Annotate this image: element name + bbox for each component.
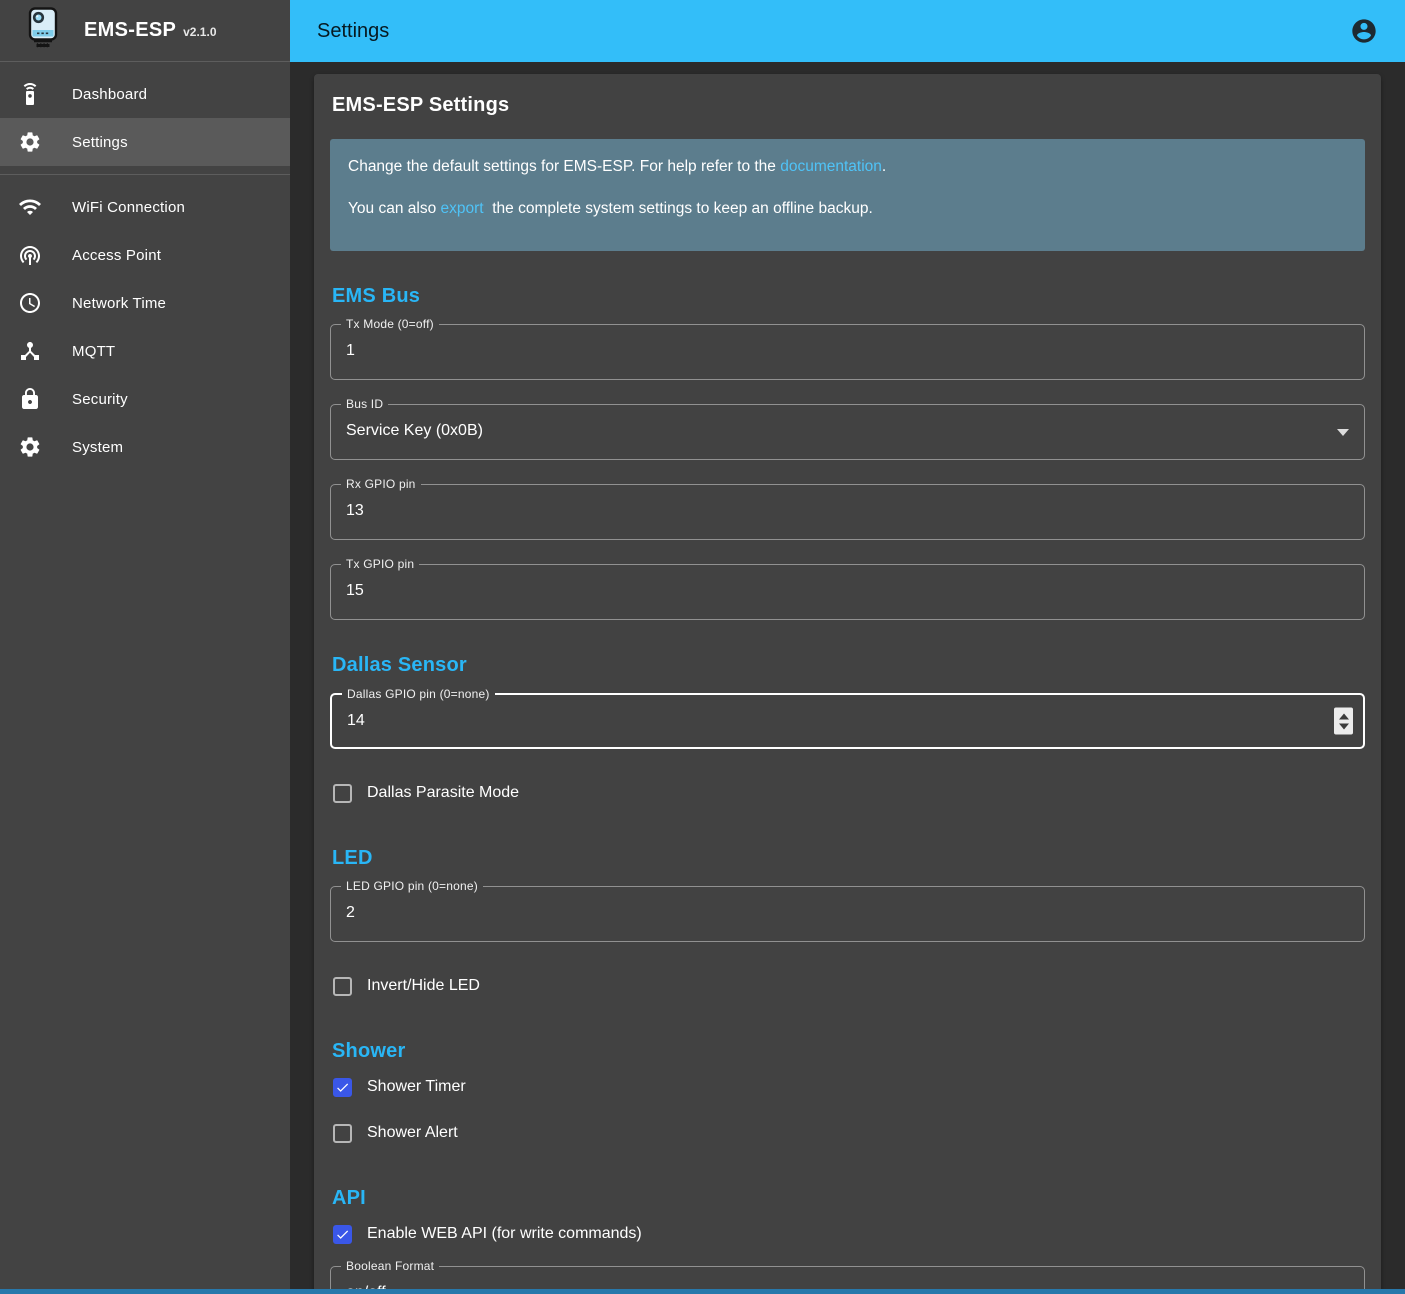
rx-gpio-label: Rx GPIO pin [341,477,421,491]
sidebar: EMS-ESP v2.1.0 Dashboard [0,0,290,1294]
dallas-gpio-field[interactable]: Dallas GPIO pin (0=none) 14 [330,693,1365,749]
sidebar-item-label: Dashboard [72,86,147,103]
sidebar-item-label: Access Point [72,247,161,264]
info-text: . [882,158,886,175]
device-hub-icon [18,339,42,363]
section-title-led: LED [332,847,1365,870]
sidebar-item-network-time[interactable]: Network Time [0,279,290,327]
rx-gpio-value: 13 [346,502,364,520]
sidebar-item-access-point[interactable]: Access Point [0,231,290,279]
dallas-parasite-checkbox[interactable] [333,784,352,803]
section-title-ems-bus: EMS Bus [332,285,1365,308]
dallas-gpio-label: Dallas GPIO pin (0=none) [342,687,495,701]
card-title: EMS-ESP Settings [332,94,1365,117]
sidebar-item-settings[interactable]: Settings [0,118,290,166]
led-gpio-field[interactable]: LED GPIO pin (0=none) 2 [330,886,1365,942]
content-area: EMS-ESP Settings Change the default sett… [290,62,1405,1294]
led-gpio-value: 2 [346,904,355,922]
app-version: v2.1.0 [183,25,216,39]
dallas-gpio-value: 14 [347,712,365,730]
sidebar-item-label: Settings [72,134,128,151]
sidebar-header: EMS-ESP v2.1.0 [0,0,290,62]
boolean-format-label: Boolean Format [341,1259,439,1273]
sidebar-item-system[interactable]: System [0,423,290,471]
appbar: Settings [290,0,1405,62]
shower-alert-checkbox[interactable] [333,1124,352,1143]
info-paragraph: You can also export the complete system … [348,199,1347,219]
sidebar-item-wifi-connection[interactable]: WiFi Connection [0,183,290,231]
ems-esp-logo [26,7,60,54]
shower-timer-row[interactable]: Shower Timer [330,1067,1365,1107]
section-title-shower: Shower [332,1040,1365,1063]
sidebar-item-label: Network Time [72,295,166,312]
settings-card: EMS-ESP Settings Change the default sett… [314,74,1381,1294]
rx-gpio-field[interactable]: Rx GPIO pin 13 [330,484,1365,540]
info-text: Change the default settings for EMS-ESP.… [348,158,780,175]
enable-web-api-label: Enable WEB API (for write commands) [367,1225,642,1243]
shower-timer-checkbox[interactable] [333,1078,352,1097]
app-name: EMS-ESP [84,19,176,42]
led-gpio-label: LED GPIO pin (0=none) [341,879,483,893]
sidebar-item-label: Security [72,391,128,408]
main-column: Settings EMS-ESP Settings Change the def… [290,0,1405,1294]
tx-gpio-field[interactable]: Tx GPIO pin 15 [330,564,1365,620]
sidebar-divider [0,174,290,175]
documentation-link[interactable]: documentation [780,158,882,175]
tx-mode-label: Tx Mode (0=off) [341,317,439,331]
sidebar-menu: Dashboard Settings WiFi Connection [0,62,290,471]
info-box: Change the default settings for EMS-ESP.… [330,139,1365,251]
invert-led-label: Invert/Hide LED [367,977,480,995]
wifi-tethering-icon [18,243,42,267]
gear-icon [18,130,42,154]
settings-remote-icon [18,82,42,106]
sidebar-item-label: System [72,439,123,456]
lock-icon [18,387,42,411]
number-stepper[interactable] [1334,708,1353,735]
tx-mode-value: 1 [346,342,355,360]
tx-gpio-value: 15 [346,582,364,600]
page-title: Settings [317,20,389,43]
gear-icon [18,435,42,459]
invert-led-checkbox[interactable] [333,977,352,996]
stepper-up-icon[interactable] [1339,713,1349,719]
enable-web-api-checkbox[interactable] [333,1225,352,1244]
bottom-divider [0,1289,1405,1294]
sidebar-item-mqtt[interactable]: MQTT [0,327,290,375]
tx-mode-field[interactable]: Tx Mode (0=off) 1 [330,324,1365,380]
clock-icon [18,291,42,315]
bus-id-select[interactable]: Bus ID Service Key (0x0B) [330,404,1365,460]
enable-web-api-row[interactable]: Enable WEB API (for write commands) [330,1214,1365,1254]
section-title-api: API [332,1187,1365,1210]
sidebar-item-label: WiFi Connection [72,199,185,216]
stepper-down-icon[interactable] [1339,723,1349,729]
wifi-icon [18,195,42,219]
shower-alert-row[interactable]: Shower Alert [330,1113,1365,1153]
sidebar-item-label: MQTT [72,343,115,360]
sidebar-item-dashboard[interactable]: Dashboard [0,70,290,118]
tx-gpio-label: Tx GPIO pin [341,557,419,571]
section-title-dallas-sensor: Dallas Sensor [332,654,1365,677]
export-link[interactable]: export [441,200,484,217]
app-root: EMS-ESP v2.1.0 Dashboard [0,0,1405,1294]
dallas-parasite-row[interactable]: Dallas Parasite Mode [330,773,1365,813]
account-circle-icon[interactable] [1350,17,1378,45]
bus-id-value: Service Key (0x0B) [346,422,483,440]
shower-alert-label: Shower Alert [367,1124,458,1142]
invert-led-row[interactable]: Invert/Hide LED [330,966,1365,1006]
brand: EMS-ESP v2.1.0 [84,19,217,42]
info-paragraph: Change the default settings for EMS-ESP.… [348,157,1347,177]
dallas-parasite-label: Dallas Parasite Mode [367,784,519,802]
shower-timer-label: Shower Timer [367,1078,466,1096]
bus-id-label: Bus ID [341,397,388,411]
info-text: the complete system settings to keep an … [484,200,873,217]
sidebar-item-security[interactable]: Security [0,375,290,423]
info-text: You can also [348,200,441,217]
chevron-down-icon [1337,429,1349,436]
